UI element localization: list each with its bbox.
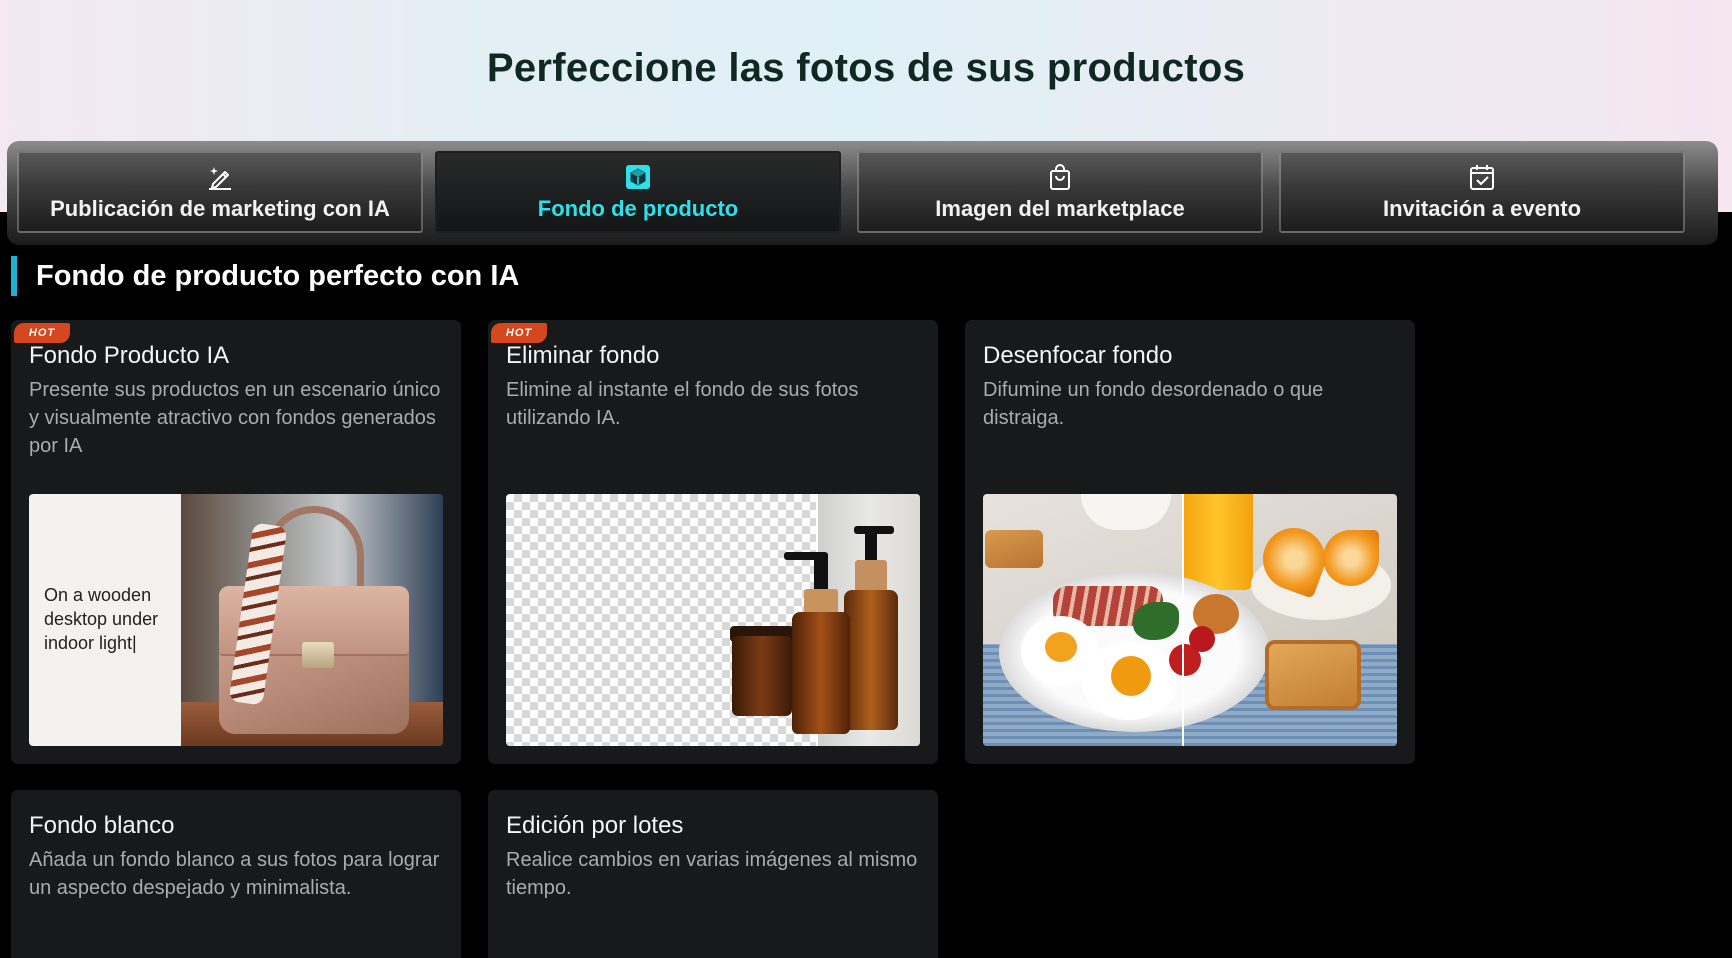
card-description: Difumine un fondo desordenado o que dist… xyxy=(983,376,1403,432)
tab-event-invitation[interactable]: Invitación a evento xyxy=(1279,151,1685,233)
tab-marketing-post[interactable]: Publicación de marketing con IA xyxy=(17,151,423,233)
page-title: Perfeccione las fotos de sus productos xyxy=(0,46,1732,91)
card-thumbnail-bottles xyxy=(506,494,920,746)
card-title: Edición por lotes xyxy=(506,812,683,840)
hot-badge: HOT xyxy=(14,323,70,343)
card-title: Desenfocar fondo xyxy=(983,342,1172,370)
tab-label: Publicación de marketing con IA xyxy=(50,196,390,222)
tab-bar: Publicación de marketing con IA Fondo de… xyxy=(7,141,1718,245)
card-description: Añada un fondo blanco a sus fotos para l… xyxy=(29,846,449,902)
card-batch-editing[interactable]: Edición por lotes Realice cambios en var… xyxy=(488,790,938,958)
section-heading: Fondo de producto perfecto con IA xyxy=(11,256,519,296)
card-blur-background[interactable]: Desenfocar fondo Difumine un fondo desor… xyxy=(965,320,1415,764)
tab-label: Invitación a evento xyxy=(1383,196,1581,222)
cube-icon xyxy=(623,162,653,192)
card-ai-product-background[interactable]: HOT Fondo Producto IA Presente sus produ… xyxy=(11,320,461,764)
tab-label: Fondo de producto xyxy=(538,196,738,222)
shopping-bag-icon xyxy=(1045,162,1075,192)
pen-sparkle-icon xyxy=(205,162,235,192)
card-remove-background[interactable]: HOT Eliminar fondo Elimine al instante e… xyxy=(488,320,938,764)
card-title: Fondo Producto IA xyxy=(29,342,229,370)
prompt-text: On a wooden desktop under indoor light| xyxy=(44,583,184,655)
calendar-check-icon xyxy=(1467,162,1497,192)
card-thumbnail-bag: On a wooden desktop under indoor light| xyxy=(29,494,443,746)
tab-product-background[interactable]: Fondo de producto xyxy=(435,151,841,233)
card-description: Presente sus productos en un escenario ú… xyxy=(29,376,449,460)
hot-badge: HOT xyxy=(491,323,547,343)
card-thumbnail-breakfast xyxy=(983,494,1397,746)
card-description: Realice cambios en varias imágenes al mi… xyxy=(506,846,926,902)
card-description: Elimine al instante el fondo de sus foto… xyxy=(506,376,926,432)
tab-marketplace-image[interactable]: Imagen del marketplace xyxy=(857,151,1263,233)
card-title: Fondo blanco xyxy=(29,812,174,840)
card-white-background[interactable]: Fondo blanco Añada un fondo blanco a sus… xyxy=(11,790,461,958)
card-title: Eliminar fondo xyxy=(506,342,659,370)
tab-label: Imagen del marketplace xyxy=(935,196,1184,222)
